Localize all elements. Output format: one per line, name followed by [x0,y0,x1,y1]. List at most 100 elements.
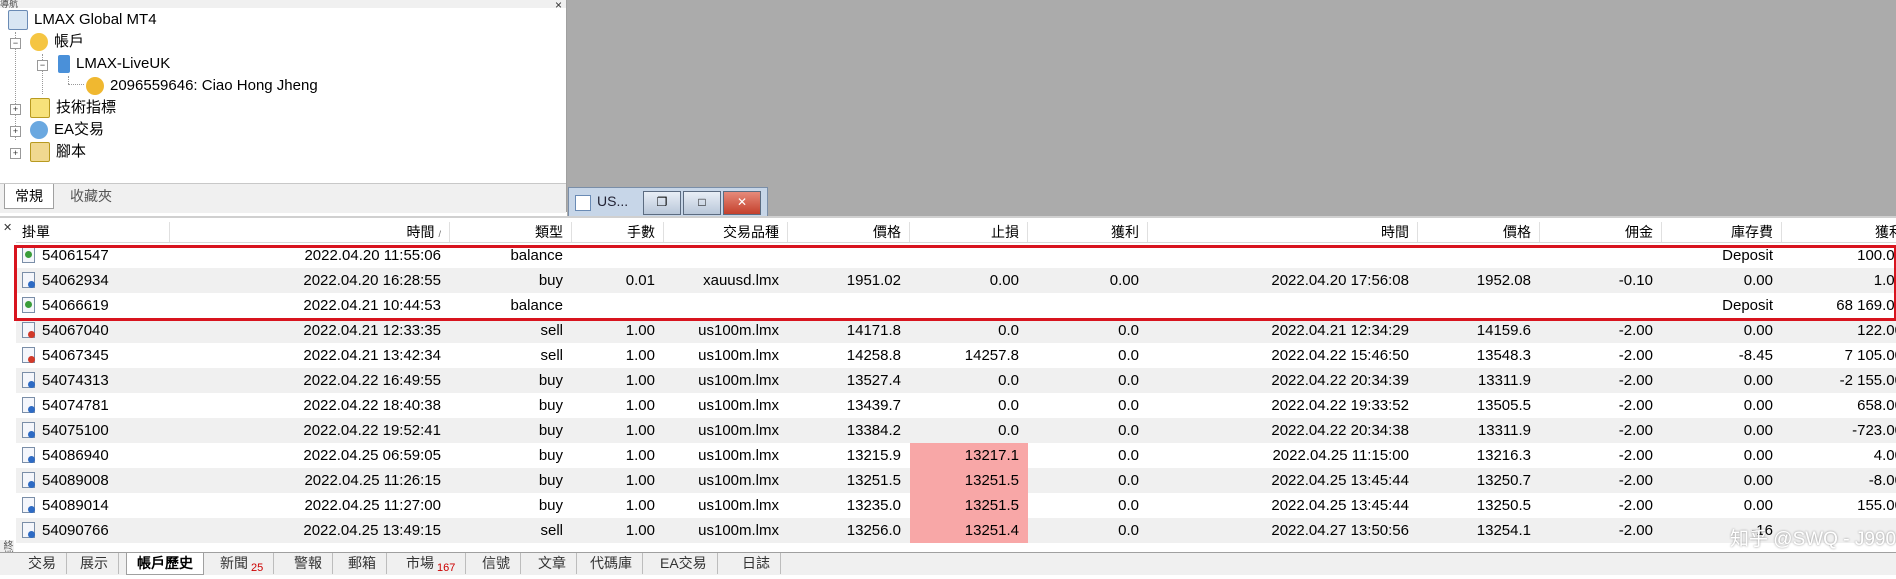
column-header-id[interactable]: 掛單 [16,222,170,242]
cell-text: 13251.5 [964,497,1019,514]
cell-size: 1.00 [572,518,664,543]
expand-icon[interactable]: + [10,148,21,159]
column-header-sl[interactable]: 止損 [910,222,1028,242]
table-row[interactable]: 54090766 2022.04.25 13:49:15 sell 1.00 us100… [16,518,1896,543]
collapse-icon[interactable]: − [37,60,48,71]
tree-node-accounts[interactable]: 帳戶 [30,31,84,53]
expand-icon[interactable]: + [10,104,21,115]
cell-type: buy [450,418,572,443]
table-row[interactable]: 54066619 2022.04.21 10:44:53 balance Deposi… [16,293,1896,318]
tab-favorites[interactable]: 收藏夾 [60,184,122,208]
tree-node-server[interactable]: LMAX-LiveUK [58,53,170,75]
cell-symbol [664,243,788,268]
restore-button[interactable]: ❐ [643,191,681,215]
cell-open-time: 2022.04.20 16:28:55 [170,268,450,293]
cell-size [572,243,664,268]
cell-text: 54074781 [42,397,109,414]
cell-sl [910,243,1028,268]
cell-text: 13250.7 [1476,472,1531,489]
close-button[interactable]: ✕ [723,191,761,215]
tab-10[interactable]: EA交易 [650,553,718,574]
script-icon [30,142,50,163]
tab-4[interactable]: 警報 [284,553,333,574]
column-header-commission[interactable]: 佣金 [1540,222,1662,242]
tab-11[interactable]: 日誌 [732,553,781,574]
cell-sl: 13251.5 [910,493,1028,518]
tab-9[interactable]: 代碼庫 [580,553,643,574]
cell-profit: 7 105.00 [1782,343,1896,368]
cell-price: 1951.02 [788,268,910,293]
tree-node-root[interactable]: LMAX Global MT4 [8,9,157,31]
cell-text: 54090766 [42,522,109,539]
cell-text: 2022.04.25 13:45:44 [1271,497,1409,514]
table-row[interactable]: 54086940 2022.04.25 06:59:05 buy 1.00 us100m… [16,443,1896,468]
table-row[interactable]: 54074781 2022.04.22 18:40:38 buy 1.00 us100m… [16,393,1896,418]
tree-node-scripts[interactable]: 腳本 [30,141,86,163]
maximize-button[interactable]: □ [683,191,721,215]
cell-profit: 100.00 [1782,243,1896,268]
cell-text: 2022.04.21 13:42:34 [303,347,441,364]
cell-profit: -2 155.00 [1782,368,1896,393]
column-header-price[interactable]: 價格 [788,222,910,242]
cell-commission: -2.00 [1540,443,1662,468]
cell-text: -2.00 [1618,397,1653,414]
column-header-profit[interactable]: 獲利 [1782,222,1896,242]
tab-5[interactable]: 郵箱 [338,553,387,574]
buy-order-icon [22,472,35,488]
tree-node-indicators[interactable]: 技術指標 [30,97,116,119]
tree-node-experts[interactable]: EA交易 [30,119,104,141]
cell-swap: 0.00 [1662,318,1782,343]
cell-text: 54089014 [42,497,109,514]
cell-close-price: 13254.1 [1418,518,1540,543]
cell-id: 54061547 [16,243,170,268]
table-row[interactable]: 54074313 2022.04.22 16:49:55 buy 1.00 us100m… [16,368,1896,393]
expand-icon[interactable]: + [10,126,21,137]
cell-close-time [1148,293,1418,318]
cell-close-price: 13250.5 [1418,493,1540,518]
table-row[interactable]: 54062934 2022.04.20 16:28:55 buy 0.01 xauusd… [16,268,1896,293]
tab-6[interactable]: 市場 167 [396,553,467,574]
cell-type: balance [450,243,572,268]
table-row[interactable]: 54061547 2022.04.20 11:55:06 balance Deposi… [16,243,1896,268]
collapse-icon[interactable]: − [10,38,21,49]
tree-node-account[interactable]: 2096559646: Ciao Hong Jheng [86,75,318,97]
table-row[interactable]: 54089008 2022.04.25 11:26:15 buy 1.00 us100m… [16,468,1896,493]
tab-label: 日誌 [742,555,770,571]
cell-text: 68 169.07 [1836,297,1896,314]
cell-text: balance [510,247,563,264]
tab-0[interactable]: 交易 [18,553,67,574]
minimized-chart-window[interactable]: US... ❐ □ ✕ [568,187,768,218]
tab-3[interactable]: 新聞 25 [210,553,275,574]
cell-swap: 0.00 [1662,468,1782,493]
column-header-tp[interactable]: 獲利 [1028,222,1148,242]
tab-2[interactable]: 帳戶歷史 [126,553,204,575]
column-header-symbol[interactable]: 交易品種 [664,222,788,242]
column-header-close-price[interactable]: 價格 [1418,222,1540,242]
tab-1[interactable]: 展示 [70,553,119,574]
sell-order-icon [22,322,35,338]
table-row[interactable]: 54075100 2022.04.22 19:52:41 buy 1.00 us100m… [16,418,1896,443]
close-icon[interactable]: ✕ [3,221,12,234]
cell-swap: Deposit [1662,293,1782,318]
cell-text: 0.00 [1743,397,1773,414]
cell-type: buy [450,443,572,468]
table-row[interactable]: 54067345 2022.04.21 13:42:34 sell 1.00 us100… [16,343,1896,368]
tab-7[interactable]: 信號 [472,553,521,574]
column-header-type[interactable]: 類型 [450,222,572,242]
table-row[interactable]: 54067040 2022.04.21 12:33:35 sell 1.00 us100… [16,318,1896,343]
table-row[interactable]: 54089014 2022.04.25 11:27:00 buy 1.00 us100m… [16,493,1896,518]
cell-id: 54090766 [16,518,170,543]
column-header-close-time[interactable]: 時間 [1148,222,1418,242]
cell-text: sell [540,322,563,339]
cell-profit: -723.00 [1782,418,1896,443]
cell-text: 0.0 [1118,397,1139,414]
cell-text: 0.0 [1118,347,1139,364]
column-header-size[interactable]: 手數 [572,222,664,242]
tab-badge: 167 [437,562,456,574]
cell-size: 1.00 [572,468,664,493]
column-header-open-time[interactable]: 時間 / [170,222,450,242]
buy-order-icon [22,372,35,388]
tab-common[interactable]: 常規 [4,184,54,209]
column-header-swap[interactable]: 庫存費 [1662,222,1782,242]
tab-8[interactable]: 文章 [528,553,577,574]
